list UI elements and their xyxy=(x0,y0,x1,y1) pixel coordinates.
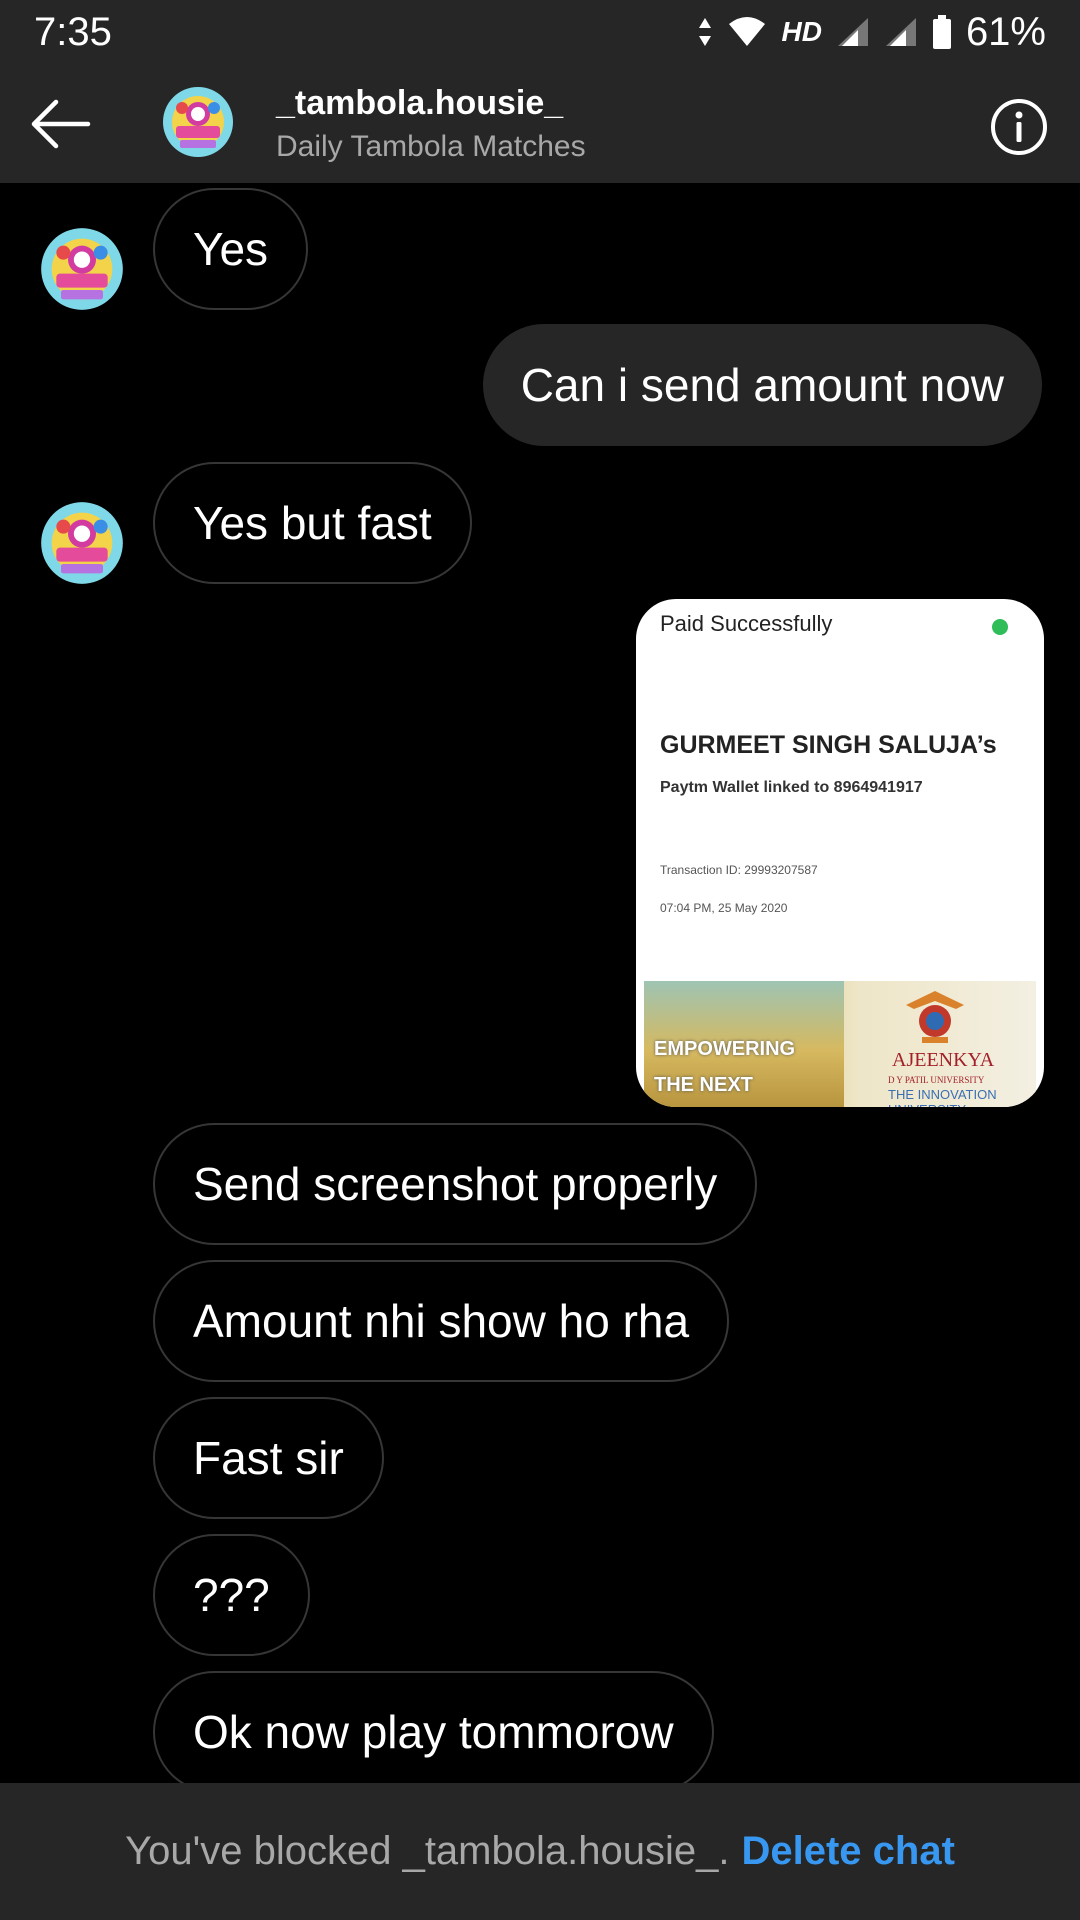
banner-university: AJEENKYA xyxy=(892,1049,995,1071)
message-bubble-incoming[interactable]: Yes xyxy=(153,188,309,310)
message-text: Fast sir xyxy=(193,1432,344,1484)
banner-line-2: THE NEXT xyxy=(654,1074,753,1096)
signal-2-icon xyxy=(885,18,916,46)
status-time: 7:35 xyxy=(34,9,112,54)
message-bubble-incoming[interactable]: Yes but fast xyxy=(153,462,472,584)
message-text: Can i send amount now xyxy=(520,359,1004,411)
message-bubble-outgoing[interactable]: Can i send amount now xyxy=(482,324,1042,446)
ad-banner: EMPOWERING THE NEXT AJEENKYA D Y PATIL U… xyxy=(644,981,1036,1107)
status-bar: 7:35 HD 61% xyxy=(0,0,1080,64)
profile-avatar[interactable] xyxy=(162,86,234,158)
receipt-name: GURMEET SINGH SALUJA’s xyxy=(660,731,997,759)
signal-1-icon xyxy=(837,18,868,46)
message-bubble-incoming[interactable]: Amount nhi show ho rha xyxy=(153,1260,730,1382)
message-text: Send screenshot properly xyxy=(193,1158,718,1210)
receipt-datetime: 07:04 PM, 25 May 2020 xyxy=(660,901,788,915)
message-list[interactable]: Yes Can i send amount now Yes but fast P… xyxy=(0,183,1080,1783)
back-arrow-icon[interactable] xyxy=(28,94,92,154)
sender-avatar[interactable] xyxy=(40,501,124,585)
sender-avatar[interactable] xyxy=(40,227,124,311)
message-bubble-incoming[interactable]: Ok now play tommorow xyxy=(153,1671,714,1783)
message-bubble-incoming[interactable]: ??? xyxy=(153,1534,310,1656)
blocked-notice: You've blocked _tambola.housie_. xyxy=(125,1829,730,1873)
message-text: Ok now play tommorow xyxy=(193,1706,674,1758)
payment-screenshot-image[interactable]: Paid Successfully GURMEET SINGH SALUJA’s… xyxy=(636,599,1044,1107)
message-bubble-incoming[interactable]: Send screenshot properly xyxy=(153,1123,758,1245)
banner-line-1: EMPOWERING xyxy=(654,1038,796,1060)
info-icon[interactable] xyxy=(990,98,1048,156)
status-icons: HD 61% xyxy=(697,10,1046,55)
receipt-wallet: Paytm Wallet linked to 8964941917 xyxy=(660,779,923,796)
delete-chat-button[interactable]: Delete chat xyxy=(741,1829,954,1874)
blocked-footer: You've blocked _tambola.housie_. Delete … xyxy=(0,1783,1080,1920)
message-text: ??? xyxy=(193,1569,270,1621)
battery-icon xyxy=(932,15,951,49)
message-text: Yes xyxy=(193,223,269,275)
message-bubble-incoming[interactable]: Fast sir xyxy=(153,1397,384,1519)
wifi-icon xyxy=(729,17,766,46)
battery-percent: 61% xyxy=(965,9,1046,54)
banner-slogan: EMPOWERING THE NEXT xyxy=(654,1031,795,1103)
banner-tagline: THE INNOVATION UNIVERSITY xyxy=(888,1087,997,1107)
data-arrows-icon xyxy=(699,18,712,46)
status-dot-icon xyxy=(992,619,1008,635)
chat-header: _tambola.housie_ Daily Tambola Matches xyxy=(0,64,1080,183)
network-label: HD xyxy=(781,16,822,47)
university-crest-icon xyxy=(906,991,964,1043)
message-text: Amount nhi show ho rha xyxy=(193,1295,690,1347)
receipt-status: Paid Successfully xyxy=(660,611,833,636)
banner-university-sub: D Y PATIL UNIVERSITY xyxy=(888,1075,985,1085)
message-text: Yes but fast xyxy=(193,497,432,549)
chat-subtitle: Daily Tambola Matches xyxy=(276,130,586,163)
chat-username[interactable]: _tambola.housie_ xyxy=(276,84,563,123)
receipt-transaction-id: Transaction ID: 29993207587 xyxy=(660,863,818,877)
